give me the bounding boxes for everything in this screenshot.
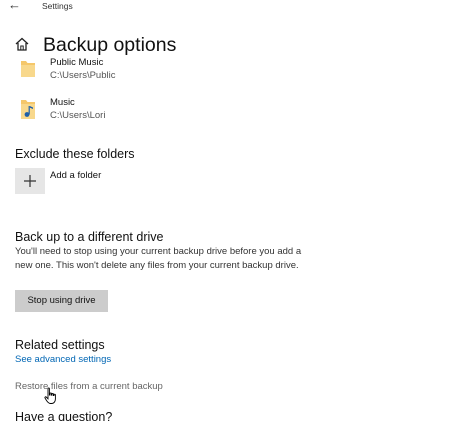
plus-icon (24, 175, 36, 187)
home-icon[interactable] (14, 36, 30, 52)
folder-path: C:\Users\Lori (50, 110, 106, 121)
music-folder-icon (21, 100, 35, 119)
have-a-question-heading: Have a question? (15, 410, 113, 421)
hand-cursor-icon (44, 387, 56, 404)
different-drive-heading: Back up to a different drive (15, 230, 164, 244)
restore-files-link[interactable]: Restore files from a current backup (15, 381, 163, 393)
folder-name: Music (50, 97, 75, 108)
related-settings-heading: Related settings (15, 338, 105, 352)
advanced-settings-link[interactable]: See advanced settings (15, 354, 111, 366)
exclude-heading: Exclude these folders (15, 147, 135, 161)
stop-using-drive-button[interactable]: Stop using drive (15, 290, 108, 312)
different-drive-description: You'll need to stop using your current b… (15, 246, 302, 271)
settings-window: ← Settings Backup options Public Music C… (0, 0, 474, 421)
back-arrow-icon[interactable]: ← (8, 0, 28, 13)
folder-path: C:\Users\Public (50, 70, 116, 81)
page-title: Backup options (43, 34, 177, 56)
add-folder-label[interactable]: Add a folder (50, 170, 101, 182)
folder-icon (21, 61, 35, 77)
folder-item-music[interactable]: Music C:\Users\Lori (20, 97, 220, 129)
add-folder-button[interactable] (15, 168, 45, 194)
title-bar: ← Settings (0, 0, 474, 16)
app-title: Settings (42, 1, 73, 11)
folder-name: Public Music (50, 57, 104, 68)
folder-item-public-music[interactable]: Public Music C:\Users\Public (20, 57, 220, 89)
